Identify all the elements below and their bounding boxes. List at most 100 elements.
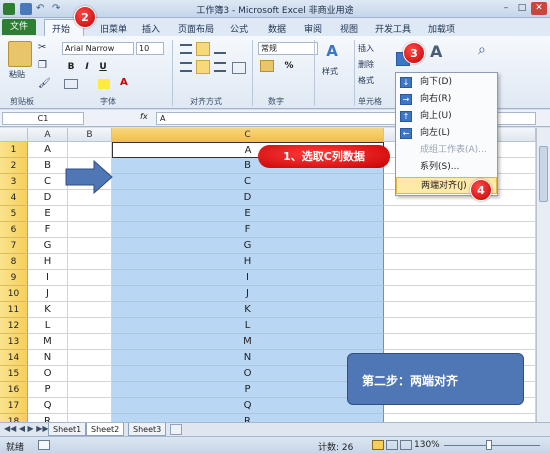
border-icon[interactable] — [64, 79, 78, 89]
cell-a[interactable]: P — [28, 382, 68, 398]
cell-b[interactable] — [68, 414, 112, 422]
cell-c[interactable]: O — [112, 366, 384, 382]
row-header[interactable]: 15 — [0, 366, 28, 382]
format-painter-icon[interactable]: 🖌 — [38, 78, 51, 89]
cell-c[interactable]: G — [112, 238, 384, 254]
cut-icon[interactable]: ✂ — [38, 42, 46, 53]
align-center-icon[interactable] — [196, 60, 210, 74]
cell-c[interactable]: K — [112, 302, 384, 318]
tab-insert[interactable]: 插入 — [142, 22, 160, 35]
cell-d[interactable] — [384, 222, 536, 238]
font-name-combo[interactable]: Arial Narrow — [62, 42, 134, 55]
sort-filter-icon[interactable]: A — [430, 42, 442, 61]
cell-d[interactable] — [384, 238, 536, 254]
column-header-a[interactable]: A — [28, 128, 68, 142]
row-header[interactable]: 6 — [0, 222, 28, 238]
underline-button[interactable]: U — [96, 61, 110, 74]
cell-a[interactable]: C — [28, 174, 68, 190]
cell-c[interactable]: Q — [112, 398, 384, 414]
styles-icon[interactable]: A — [322, 42, 342, 60]
align-right-icon[interactable] — [214, 62, 226, 72]
delete-cells-button[interactable]: 删除 — [358, 59, 374, 70]
copy-icon[interactable]: ❐ — [38, 60, 47, 71]
align-left-icon[interactable] — [180, 62, 192, 72]
page-break-view-icon[interactable] — [400, 440, 412, 450]
menu-item-fill-down[interactable]: ↓ 向下(D) — [396, 74, 497, 91]
cell-a[interactable]: N — [28, 350, 68, 366]
cell-b[interactable] — [68, 398, 112, 414]
cell-c[interactable]: D — [112, 190, 384, 206]
cell-d[interactable] — [384, 318, 536, 334]
name-box[interactable]: C1 — [2, 112, 84, 125]
tab-developer[interactable]: 开发工具 — [375, 22, 411, 35]
cell-c[interactable]: M — [112, 334, 384, 350]
cell-c[interactable]: P — [112, 382, 384, 398]
cell-c[interactable]: N — [112, 350, 384, 366]
tab-home[interactable]: 开始 — [52, 22, 70, 35]
vertical-scrollbar[interactable] — [536, 128, 550, 422]
cell-a[interactable]: G — [28, 238, 68, 254]
tab-view[interactable]: 视图 — [340, 22, 358, 35]
cell-a[interactable]: R — [28, 414, 68, 422]
align-top-icon[interactable] — [180, 44, 192, 54]
file-tab[interactable]: 文件 — [2, 19, 36, 35]
cell-a[interactable]: L — [28, 318, 68, 334]
row-header[interactable]: 2 — [0, 158, 28, 174]
menu-item-fill-left[interactable]: ← 向左(L) — [396, 125, 497, 142]
zoom-level[interactable]: 130% — [414, 440, 440, 450]
tab-data[interactable]: 数据 — [268, 22, 286, 35]
insert-cells-button[interactable]: 插入 — [358, 43, 374, 54]
cell-b[interactable] — [68, 286, 112, 302]
cell-c[interactable]: E — [112, 206, 384, 222]
cell-d[interactable] — [384, 206, 536, 222]
sheet-tab-1[interactable]: Sheet1 — [48, 423, 87, 436]
cell-a[interactable]: M — [28, 334, 68, 350]
italic-button[interactable]: I — [80, 61, 94, 74]
row-header[interactable]: 18 — [0, 414, 28, 422]
cell-b[interactable] — [68, 302, 112, 318]
cell-a[interactable]: F — [28, 222, 68, 238]
font-size-combo[interactable]: 10 — [136, 42, 164, 55]
find-icon[interactable]: ⌕ — [478, 42, 486, 58]
currency-icon[interactable] — [260, 60, 274, 72]
number-format-combo[interactable]: 常规 — [258, 42, 318, 55]
cell-d[interactable] — [384, 302, 536, 318]
row-header[interactable]: 4 — [0, 190, 28, 206]
cell-b[interactable] — [68, 350, 112, 366]
align-middle-icon[interactable] — [196, 42, 210, 56]
row-header[interactable]: 11 — [0, 302, 28, 318]
bold-button[interactable]: B — [64, 61, 78, 74]
fx-icon[interactable]: fx — [140, 112, 148, 121]
zoom-slider[interactable] — [444, 445, 540, 446]
macro-record-icon[interactable] — [38, 440, 50, 450]
tab-review[interactable]: 审阅 — [304, 22, 322, 35]
cell-c[interactable]: F — [112, 222, 384, 238]
font-color-icon[interactable]: A — [120, 77, 128, 88]
cell-b[interactable] — [68, 222, 112, 238]
row-header[interactable]: 10 — [0, 286, 28, 302]
cell-c[interactable]: L — [112, 318, 384, 334]
scroll-thumb[interactable] — [539, 146, 548, 202]
align-bottom-icon[interactable] — [214, 44, 226, 54]
cell-a[interactable]: Q — [28, 398, 68, 414]
cell-d[interactable] — [384, 334, 536, 350]
menu-item-fill-up[interactable]: ↑ 向上(U) — [396, 108, 497, 125]
minimize-button[interactable]: – — [498, 2, 514, 15]
row-header[interactable]: 17 — [0, 398, 28, 414]
cell-b[interactable] — [68, 254, 112, 270]
sheet-tab-2[interactable]: Sheet2 — [86, 423, 125, 436]
cell-c[interactable]: J — [112, 286, 384, 302]
row-header[interactable]: 8 — [0, 254, 28, 270]
cell-b[interactable] — [68, 382, 112, 398]
cell-c[interactable]: I — [112, 270, 384, 286]
menu-item-fill-right[interactable]: → 向右(R) — [396, 91, 497, 108]
tab-page-layout[interactable]: 页面布局 — [178, 22, 214, 35]
cell-a[interactable]: E — [28, 206, 68, 222]
row-header[interactable]: 7 — [0, 238, 28, 254]
sheet-nav-icons[interactable]: ◀◀ ◀ ▶ ▶▶ — [4, 424, 49, 433]
cell-b[interactable] — [68, 238, 112, 254]
cell-c[interactable]: H — [112, 254, 384, 270]
cell-a[interactable]: D — [28, 190, 68, 206]
cell-d[interactable] — [384, 286, 536, 302]
cell-a[interactable]: B — [28, 158, 68, 174]
